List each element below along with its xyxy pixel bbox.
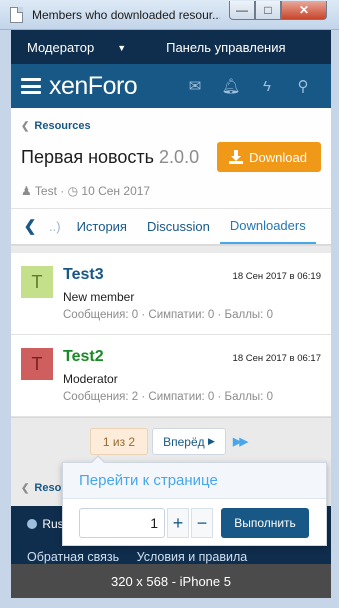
download-date: 18 Сен 2017 в 06:19 [232,271,321,282]
device-label: 320 x 568 - iPhone 5 [11,564,331,598]
tab-scroll-left-icon[interactable]: ❮ [11,208,49,244]
tab-discussion[interactable]: Discussion [137,208,220,244]
window-bottom-edge [0,598,339,608]
username-link[interactable]: Test3 [63,266,104,284]
chevron-left-icon: ❮ [21,121,30,132]
resource-title: Первая новость [21,146,155,167]
window-title: Members who downloaded resour... [32,8,220,22]
resource-author[interactable]: Test [35,184,57,198]
browser-viewport: Модератор ▼ Панель управления xenForo ✉ 🔔… [11,30,331,598]
document-icon [10,7,23,23]
envelope-icon[interactable]: ✉ [177,64,213,108]
popup-title: Перейти к странице [63,463,326,499]
download-button[interactable]: Download [217,142,321,172]
staff-bar: Модератор ▼ Панель управления [11,30,331,64]
list-item: T Test3 18 Сен 2017 в 06:19 New member С… [11,253,331,335]
minus-icon[interactable]: − [191,508,213,538]
resource-version: 2.0.0 [159,146,200,167]
admin-panel-link[interactable]: Панель управления [166,40,285,55]
downloaders-list: T Test3 18 Сен 2017 в 06:19 New member С… [11,253,331,417]
footer-link-terms[interactable]: Условия и правила [137,550,248,564]
resource-meta: ♟ Test · ◷ 10 Сен 2017 [21,184,151,198]
moderator-menu[interactable]: Модератор ▼ [27,40,146,55]
clock-icon: ◷ [67,184,79,198]
minimize-icon[interactable]: — [229,1,255,20]
double-chevron-right-icon[interactable]: ▶▶ [233,428,251,455]
window-titlebar: Members who downloaded resour... — □ ✕ [0,0,339,30]
footer-link-contact[interactable]: Обратная связь [27,550,119,564]
bolt-icon[interactable]: ϟ [249,64,285,108]
resource-date: 10 Сен 2017 [81,184,151,198]
download-icon [229,150,244,164]
go-button[interactable]: Выполнить [221,508,309,538]
tab-overflow[interactable]: ..) [49,208,67,244]
language-chooser[interactable]: Rus [27,517,64,531]
page-jump-toggle[interactable]: 1 из 2 [90,428,148,455]
moderator-label: Модератор [27,39,95,55]
tab-downloaders[interactable]: Downloaders [219,208,316,244]
tab-history[interactable]: История [67,208,137,244]
maximize-icon[interactable]: □ [255,1,281,20]
globe-icon [27,519,37,529]
bell-icon[interactable]: 🔔︎ [213,64,249,108]
username-link[interactable]: Test2 [63,348,104,366]
chevron-left-icon: ❮ [21,483,30,494]
next-page-button[interactable]: Вперёд ▶ [152,428,226,455]
site-header: xenForo ✉ 🔔︎ ϟ ⚲ [11,64,331,108]
page-title: Первая новость 2.0.0 [21,147,199,168]
goto-page-popup: Перейти к странице + − Выполнить [62,455,327,546]
avatar[interactable]: T [21,348,53,380]
resource-header: ❮ Resources Первая новость 2.0.0 Download… [11,108,331,245]
user-title: Moderator [63,372,118,386]
download-date: 18 Сен 2017 в 06:17 [232,353,321,364]
breadcrumb-label: Resources [34,120,91,132]
section-divider [11,245,331,253]
hamburger-menu-icon[interactable] [21,78,41,94]
next-page-label: Вперёд [163,434,205,449]
bottom-breadcrumb-label: Reso [34,482,62,494]
user-icon: ♟ [21,184,32,198]
chevron-right-icon: ▶ [207,436,215,446]
caret-down-icon: ▼ [117,42,127,53]
avatar[interactable]: T [21,266,53,298]
page-number-input[interactable] [79,508,165,538]
search-icon[interactable]: ⚲ [285,64,321,108]
plus-icon[interactable]: + [167,508,189,538]
download-label: Download [249,149,307,165]
user-stats: Сообщения: 2 · Симпатии: 0 · Баллы: 0 [63,391,273,403]
site-logo[interactable]: xenForo [49,72,138,101]
tab-bar: ❮ ..) История Discussion Downloaders [11,208,331,244]
language-label: Rus [42,517,64,531]
list-item: T Test2 18 Сен 2017 в 06:17 Moderator Со… [11,335,331,417]
user-stats: Сообщения: 0 · Симпатии: 0 · Баллы: 0 [63,309,273,321]
close-icon[interactable]: ✕ [281,1,327,20]
bottom-breadcrumb[interactable]: ❮ Reso [21,482,61,494]
user-title: New member [63,290,135,304]
breadcrumb[interactable]: ❮ Resources [21,120,321,132]
